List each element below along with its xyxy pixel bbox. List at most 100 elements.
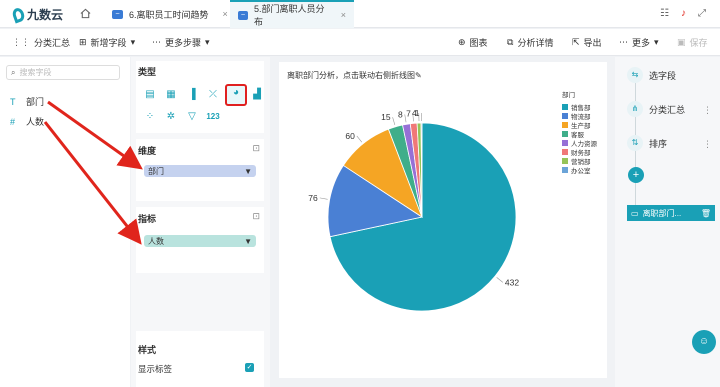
kpi-type-icon[interactable]: 123: [205, 110, 221, 124]
export-button[interactable]: ⇱ 导出: [572, 36, 602, 49]
close-icon[interactable]: ×: [223, 9, 228, 19]
tab-time-trend[interactable]: ~ 6.离职员工时间趋势 ×: [104, 0, 236, 28]
group-icon: ⋔: [627, 101, 643, 117]
pie-type-icon[interactable]: ◕: [225, 84, 247, 106]
chart-icon: ⊕: [458, 37, 466, 47]
step-select-field[interactable]: ⇆ 选字段: [627, 67, 676, 83]
combo-type-icon[interactable]: ▟: [249, 88, 265, 102]
config-panel: 类型 ▤ ▦ ▐ ⤫ ◕ ▟ ⁘ ✲ ▽ 123 维度 ⊡ 部门 ▼ 指标 ⊡ 人…: [131, 57, 270, 387]
label-leader-line: [319, 197, 328, 200]
chart-button[interactable]: ⊕ 图表: [458, 36, 488, 49]
app-logo[interactable]: 九数云: [10, 6, 64, 23]
close-icon[interactable]: ×: [341, 10, 346, 20]
save-button[interactable]: ▣ 保存: [677, 36, 708, 49]
chart-legend: 部门 销售部 物流部 生产部 客服 人力资源 财务部 营销部 办公室: [562, 89, 597, 175]
tab-dept-distribution[interactable]: ~ 5.部门离职人员分布 ×: [230, 0, 354, 28]
add-step-button[interactable]: +: [628, 167, 644, 183]
home-icon[interactable]: [80, 8, 91, 19]
table-type-icon[interactable]: ▤: [142, 88, 158, 102]
pie-data-label: 7: [406, 108, 411, 118]
clear-icon[interactable]: ⊡: [252, 143, 260, 154]
legend-swatch: [562, 139, 568, 146]
legend-swatch: [562, 112, 568, 119]
group-icon: ⋮⋮: [12, 37, 30, 47]
kebab-menu-icon[interactable]: ⋮: [703, 105, 712, 116]
more-button[interactable]: ⋯ 更多 ▾: [619, 36, 659, 49]
text-type-icon: T: [10, 96, 16, 107]
monitor-icon: ▭: [631, 208, 639, 218]
search-icon: ⌕: [11, 67, 16, 77]
chart-title: 离职部门分析，点击联动右侧折线图✎: [287, 71, 422, 80]
pie-data-label: 76: [308, 193, 318, 203]
line-type-icon[interactable]: ⤫: [205, 88, 221, 102]
type-title: 类型: [138, 67, 157, 77]
show-label-text: 显示标签: [138, 364, 173, 374]
legend-swatch: [562, 103, 568, 110]
legend-swatch: [562, 166, 568, 173]
chart-icon: ~: [112, 9, 123, 19]
group-summary-button[interactable]: ⋮⋮ 分类汇总: [12, 36, 70, 49]
support-chat-button[interactable]: ☺: [692, 330, 716, 354]
caret-down-icon: ▼: [244, 236, 252, 246]
step-sort[interactable]: ⇅ 排序: [627, 135, 667, 151]
chart-icon: ~: [238, 10, 249, 20]
more-steps-button[interactable]: ⋯ 更多步骤 ▾: [152, 36, 210, 49]
final-step[interactable]: ▭ 离职部门... 🗑: [627, 205, 715, 221]
select-field-icon: ⇆: [627, 67, 643, 83]
style-card: 样式 显示标签 ✓: [136, 331, 264, 387]
pie-data-label: 15: [381, 112, 391, 122]
more-icon: ⋯: [152, 37, 161, 47]
field-item-count[interactable]: # 人数: [10, 115, 44, 128]
bell-icon[interactable]: ♪: [681, 8, 686, 19]
label-leader-line: [496, 277, 504, 283]
add-field-button[interactable]: ⊞ 新增字段 ▾: [79, 36, 135, 49]
funnel-type-icon[interactable]: ▽: [184, 110, 200, 124]
metric-title: 指标: [138, 214, 157, 224]
tab-label: 6.离职员工时间趋势: [129, 9, 209, 20]
save-icon: ▣: [677, 37, 686, 47]
legend-swatch: [562, 148, 568, 155]
show-label-checkbox[interactable]: ✓: [245, 363, 254, 372]
export-icon: ⇱: [572, 37, 580, 47]
metric-card: 指标 ⊡ 人数 ▼: [136, 207, 264, 273]
style-title: 样式: [138, 345, 157, 355]
kebab-menu-icon[interactable]: ⋮: [703, 139, 712, 150]
chart-area: 离职部门分析，点击联动右侧折线图✎ 432 76 60 15 8 7 4 1 部门 销售部 物流…: [279, 62, 607, 378]
pie-data-label: 1: [415, 108, 420, 118]
scatter-type-icon[interactable]: ⁘: [142, 110, 158, 124]
legend-title: 部门: [562, 92, 575, 99]
chart-type-card: 类型 ▤ ▦ ▐ ⤫ ◕ ▟ ⁘ ✲ ▽ 123: [136, 61, 264, 133]
field-item-dept[interactable]: T 部门: [10, 95, 44, 108]
chevron-down-icon: ▾: [654, 37, 659, 47]
number-type-icon: #: [10, 116, 16, 127]
logo-text: 九数云: [27, 8, 64, 22]
legend-label: 办公室: [571, 167, 591, 175]
legend-swatch: [562, 157, 568, 164]
dimension-card: 维度 ⊡ 部门 ▼: [136, 139, 264, 201]
label-leader-line: [356, 135, 363, 143]
analysis-detail-button[interactable]: ⧉ 分析详情: [507, 36, 553, 49]
toolbar: ⋮⋮ 分类汇总 ⊞ 新增字段 ▾ ⋯ 更多步骤 ▾ ⊕ 图表 ⧉ 分析详情 ⇱ 导出 ⋯ 更多 ▾ …: [0, 29, 720, 56]
radar-type-icon[interactable]: ✲: [163, 110, 179, 124]
bar-type-icon[interactable]: ▐: [184, 88, 200, 102]
dimension-dropdown[interactable]: 部门 ▼: [144, 165, 256, 177]
label-leader-line: [392, 117, 396, 125]
chevron-down-icon: ▾: [130, 37, 136, 47]
crosstab-type-icon[interactable]: ▦: [163, 88, 179, 102]
legend-swatch: [562, 130, 568, 137]
edit-icon[interactable]: ✎: [415, 71, 422, 80]
tab-bar: 九数云 ~ 6.离职员工时间趋势 × ~ 5.部门离职人员分布 × ☷ ♪ ⤢: [0, 0, 720, 28]
list-icon[interactable]: ☷: [660, 8, 669, 19]
pie-chart[interactable]: 432766015 8 7 41: [279, 82, 559, 362]
step-group-summary[interactable]: ⋔ 分类汇总: [627, 101, 712, 117]
expand-icon[interactable]: ⤢: [698, 8, 706, 19]
delete-icon[interactable]: 🗑: [701, 209, 711, 218]
pie-data-label: 60: [345, 131, 355, 141]
sort-icon: ⇅: [627, 135, 643, 151]
more-icon: ⋯: [619, 37, 628, 47]
search-input[interactable]: ⌕ 搜索字段: [6, 65, 120, 80]
legend-item[interactable]: 办公室: [562, 165, 597, 175]
top-right-icons: ☷ ♪ ⤢: [660, 8, 706, 19]
clear-icon[interactable]: ⊡: [252, 211, 260, 222]
metric-dropdown[interactable]: 人数 ▼: [144, 235, 256, 247]
